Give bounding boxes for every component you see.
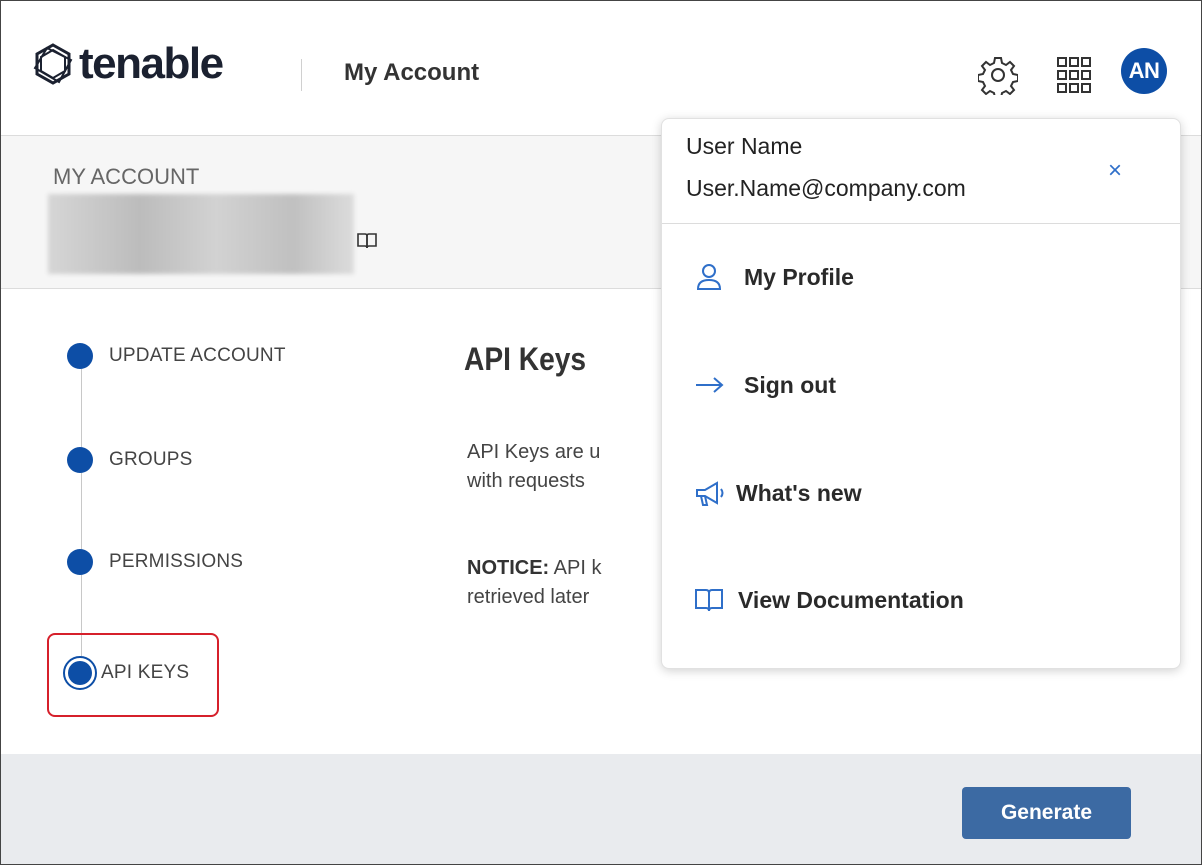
highlight-box (47, 633, 219, 717)
step-label: GROUPS (109, 449, 193, 470)
description-line: with requests (467, 470, 585, 492)
page-title: My Account (344, 59, 480, 86)
user-icon (696, 264, 722, 290)
notice-text: retrieved later (467, 586, 590, 608)
api-description: API Keys are u with requests (467, 438, 600, 496)
generate-button[interactable]: Generate (962, 787, 1131, 839)
step-dot (67, 447, 93, 473)
logo-text: tenable (79, 39, 224, 88)
step-label: PERMISSIONS (109, 551, 244, 572)
tenable-logo-icon (33, 43, 73, 85)
step-groups[interactable]: GROUPS (67, 447, 193, 473)
tenable-logo[interactable]: tenable (31, 39, 224, 89)
menu-item-label: Sign out (744, 371, 836, 398)
user-name: User Name (686, 133, 803, 159)
app-grid-icon[interactable] (1056, 56, 1092, 94)
redacted-account-name (48, 194, 354, 274)
top-header: tenable My Account AN (1, 1, 1201, 136)
description-line: API Keys are u (467, 441, 601, 463)
menu-item-my-profile[interactable]: My Profile (694, 262, 854, 292)
my-account-label: MY ACCOUNT (53, 164, 200, 189)
notice-text: API k (549, 557, 602, 579)
book-icon[interactable] (357, 232, 377, 250)
menu-item-view-documentation[interactable]: View Documentation (694, 585, 964, 615)
user-menu-header: User Name User.Name@company.com × (662, 119, 1180, 224)
app-window: tenable My Account AN MY ACCOUNT UPDATE … (0, 0, 1202, 865)
steps-connector-line (81, 359, 82, 671)
user-email: User.Name@company.com (686, 175, 966, 201)
step-update-account[interactable]: UPDATE ACCOUNT (67, 343, 286, 369)
arrow-right-icon (696, 377, 724, 393)
step-permissions[interactable]: PERMISSIONS (67, 549, 243, 575)
api-notice: NOTICE: API k retrieved later (467, 554, 601, 612)
menu-item-sign-out[interactable]: Sign out (694, 370, 836, 400)
menu-item-label: My Profile (744, 263, 854, 290)
user-menu-dropdown: User Name User.Name@company.com × My Pro… (661, 118, 1181, 669)
step-label: UPDATE ACCOUNT (109, 345, 286, 366)
menu-item-whats-new[interactable]: What's new (694, 478, 862, 508)
step-dot (67, 343, 93, 369)
user-avatar[interactable]: AN (1121, 48, 1167, 94)
book-icon (695, 589, 723, 612)
close-icon[interactable]: × (1108, 159, 1122, 183)
menu-item-label: What's new (736, 479, 862, 506)
settings-gear-icon[interactable] (978, 55, 1018, 95)
notice-label: NOTICE: (467, 557, 550, 579)
header-divider (301, 59, 302, 91)
step-dot (67, 549, 93, 575)
menu-item-label: View Documentation (738, 586, 964, 613)
section-title: API Keys (464, 341, 587, 377)
megaphone-icon (696, 481, 724, 506)
